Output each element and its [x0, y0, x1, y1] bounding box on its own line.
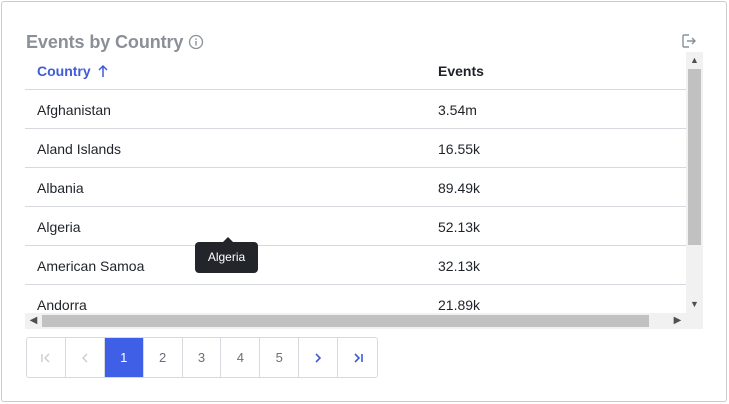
widget-header: Events by Country — [26, 31, 204, 53]
cell-events: 21.89k — [438, 297, 481, 313]
table-header: Country Events — [25, 52, 686, 90]
widget-title: Events by Country — [26, 31, 184, 52]
cell-events: 89.49k — [438, 180, 481, 196]
events-by-country-widget: Events by Country Country Events Afghani… — [1, 1, 727, 402]
column-header-events[interactable]: Events — [438, 63, 484, 79]
page-button-5[interactable]: 5 — [260, 338, 300, 377]
cell-country: Albania — [37, 180, 84, 196]
cell-country: Andorra — [37, 297, 87, 313]
table-body: Country Events Afghanistan 3.54m Aland I… — [25, 52, 686, 313]
cell-events: 3.54m — [438, 102, 477, 118]
cell-country: Afghanistan — [37, 102, 111, 118]
vertical-scroll-thumb[interactable] — [688, 69, 701, 245]
cell-events: 16.55k — [438, 141, 481, 157]
export-icon[interactable] — [680, 32, 698, 50]
previous-page-button[interactable] — [65, 338, 105, 377]
scroll-right-icon[interactable]: ▶ — [669, 313, 686, 329]
horizontal-scrollbar[interactable]: ◀ ▶ — [25, 313, 686, 329]
page-button-1[interactable]: 1 — [104, 338, 144, 377]
sort-ascending-icon — [98, 64, 108, 77]
table-row[interactable]: Andorra 21.89k — [25, 285, 686, 313]
cell-events: 32.13k — [438, 258, 481, 274]
page-button-4[interactable]: 4 — [221, 338, 261, 377]
tooltip-pointer — [223, 237, 233, 242]
cell-events: 52.13k — [438, 219, 481, 235]
column-header-country[interactable]: Country — [37, 63, 109, 79]
chevron-right-icon — [315, 352, 322, 363]
last-page-button[interactable] — [338, 338, 377, 377]
scroll-left-icon[interactable]: ◀ — [25, 313, 42, 329]
column-header-country-label: Country — [37, 63, 91, 79]
chevron-left-icon — [81, 353, 88, 362]
table-row[interactable]: Algeria 52.13k — [25, 207, 686, 246]
table-row[interactable]: Aland Islands 16.55k — [25, 129, 686, 168]
page-button-2[interactable]: 2 — [143, 338, 183, 377]
cell-country: American Samoa — [37, 258, 145, 274]
country-tooltip: Algeria — [195, 237, 258, 273]
first-page-button[interactable] — [27, 338, 66, 377]
cell-country: Algeria — [37, 219, 81, 235]
page-button-3[interactable]: 3 — [182, 338, 222, 377]
scrollbar-corner — [686, 313, 703, 329]
table-row[interactable]: Albania 89.49k — [25, 168, 686, 207]
horizontal-scroll-thumb[interactable] — [42, 315, 649, 327]
first-page-icon — [41, 353, 50, 362]
vertical-scrollbar[interactable]: ▲ ▼ — [686, 52, 703, 313]
pagination: 1 2 3 4 5 — [26, 337, 378, 378]
cell-country: Aland Islands — [37, 141, 122, 157]
tooltip-text: Algeria — [207, 250, 246, 264]
last-page-icon — [353, 352, 363, 363]
scroll-up-icon[interactable]: ▲ — [686, 52, 703, 69]
info-icon[interactable] — [188, 34, 204, 50]
table-row[interactable]: Afghanistan 3.54m — [25, 90, 686, 129]
scroll-down-icon[interactable]: ▼ — [686, 296, 703, 313]
next-page-button[interactable] — [299, 338, 339, 377]
data-table: Country Events Afghanistan 3.54m Aland I… — [25, 52, 703, 329]
table-row[interactable]: American Samoa 32.13k — [25, 246, 686, 285]
